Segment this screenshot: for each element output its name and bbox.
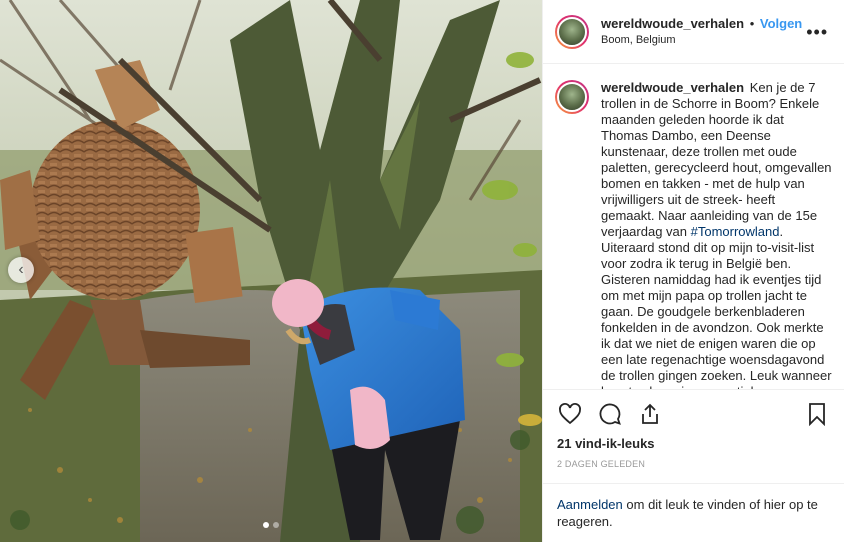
caption-avatar[interactable]: [555, 80, 589, 114]
caption-body-part2: . Uiteraard stond dit op mijn to-visit-l…: [601, 224, 832, 389]
action-icons: [557, 398, 830, 430]
hashtag-link[interactable]: #Tomorrowland: [691, 224, 780, 239]
caption-username-link[interactable]: wereldwoude_verhalen: [601, 80, 744, 95]
avatar-image: [557, 82, 587, 112]
carousel-indicator: [0, 522, 542, 528]
follow-button[interactable]: Volgen: [760, 16, 802, 31]
heart-icon[interactable]: [557, 401, 583, 427]
avatar-image: [557, 16, 587, 47]
caption-text: wereldwoude_verhalen Ken je de 7 trollen…: [601, 80, 832, 389]
carousel-dot: [273, 522, 279, 528]
caption: wereldwoude_verhalen Ken je de 7 trollen…: [543, 64, 844, 389]
carousel-dot: [263, 522, 269, 528]
login-link[interactable]: Aanmelden: [557, 497, 623, 512]
likes-count[interactable]: 21 vind-ik-leuks: [557, 436, 830, 451]
post-header: wereldwoude_verhalen • Volgen Boom, Belg…: [543, 0, 844, 64]
share-icon[interactable]: [637, 401, 663, 427]
post-timestamp: 2 DAGEN GELEDEN: [557, 459, 646, 469]
username-link[interactable]: wereldwoude_verhalen: [601, 16, 744, 31]
instagram-post: ‹ wereldwoude_verhalen • Volgen Boom, Be…: [0, 0, 844, 542]
user-row: wereldwoude_verhalen • Volgen: [601, 16, 802, 32]
carousel-prev-button[interactable]: ‹: [8, 257, 34, 283]
post-actions: 21 vind-ik-leuks 2 DAGEN GELEDEN: [543, 389, 844, 469]
comment-icon[interactable]: [597, 401, 623, 427]
post-panel: wereldwoude_verhalen • Volgen Boom, Belg…: [542, 0, 844, 542]
bookmark-icon[interactable]: [804, 401, 830, 427]
avatar[interactable]: [555, 14, 589, 49]
photo-scene: [0, 0, 542, 542]
location-link[interactable]: Boom, Belgium: [601, 32, 802, 48]
caption-body-part1: Ken je de 7 trollen in de Schorre in Boo…: [601, 80, 832, 239]
post-photo[interactable]: ‹: [0, 0, 542, 542]
chevron-left-icon: ‹: [18, 261, 24, 278]
separator-dot: •: [749, 15, 755, 31]
login-prompt: Aanmelden om dit leuk te vinden of hier …: [543, 483, 844, 542]
more-icon[interactable]: •••: [802, 23, 832, 41]
header-text: wereldwoude_verhalen • Volgen Boom, Belg…: [601, 16, 802, 48]
